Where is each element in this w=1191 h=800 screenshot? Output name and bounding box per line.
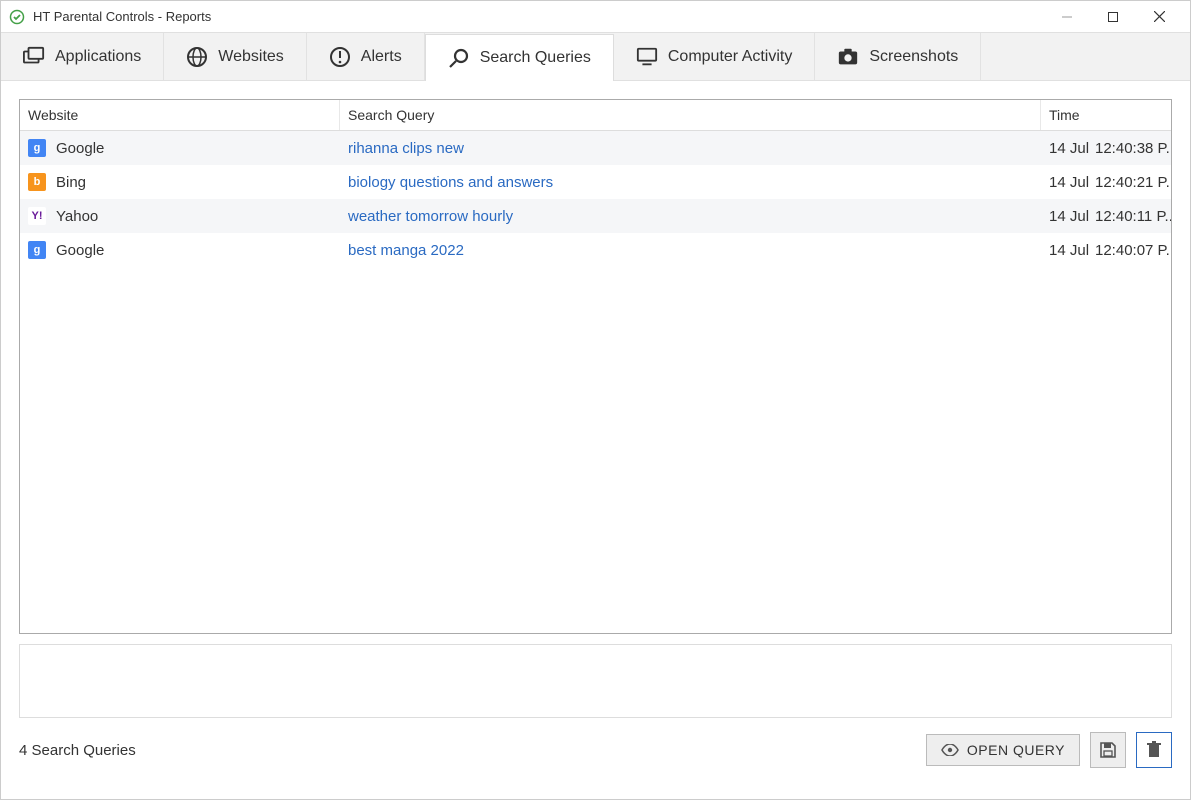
save-icon	[1099, 741, 1117, 759]
table-row[interactable]: g Google rihanna clips new 14 Jul 12:40:38 P…	[20, 131, 1171, 165]
cell-website: Y! Yahoo	[20, 207, 340, 225]
search-queries-grid: Website Search Query Time g Google rihanna…	[19, 99, 1172, 634]
cell-time-value: 12:40:38 P...	[1095, 140, 1171, 157]
cell-date: 14 Jul	[1049, 242, 1085, 259]
tab-label: Search Queries	[480, 49, 591, 67]
tab-search-queries[interactable]: Search Queries	[425, 34, 614, 81]
open-query-label: OPEN QUERY	[967, 742, 1065, 758]
grid-header: Website Search Query Time	[20, 100, 1171, 131]
site-name: Yahoo	[56, 208, 98, 225]
cell-date: 14 Jul	[1049, 140, 1085, 157]
cell-date: 14 Jul	[1049, 174, 1085, 191]
camera-icon	[837, 46, 859, 68]
close-button[interactable]	[1136, 2, 1182, 32]
bing-favicon: b	[28, 173, 46, 191]
save-button[interactable]	[1090, 732, 1126, 768]
grid-body: g Google rihanna clips new 14 Jul 12:40:38 P…	[20, 131, 1171, 633]
tab-applications[interactable]: Applications	[1, 33, 164, 80]
tab-screenshots[interactable]: Screenshots	[815, 33, 981, 80]
table-row[interactable]: bBingbiology questions and answers14 Jul…	[20, 165, 1171, 199]
cell-website: g Google	[20, 139, 340, 157]
cell-time-value: 12:40:07 P...	[1095, 242, 1171, 259]
tab-label: Screenshots	[869, 48, 958, 66]
column-header-time[interactable]: Time	[1041, 100, 1171, 130]
cell-time-value: 12:40:21 P...	[1095, 174, 1171, 191]
tab-computer-activity[interactable]: Computer Activity	[614, 33, 815, 80]
app-icon	[9, 9, 25, 25]
cell-website: b Bing	[20, 173, 340, 191]
content-area: Website Search Query Time g Google rihanna…	[1, 81, 1190, 799]
globe-icon	[186, 46, 208, 68]
google-favicon: g	[28, 139, 46, 157]
column-header-website[interactable]: Website	[20, 100, 340, 130]
google-favicon: g	[28, 241, 46, 259]
cell-time: 14 Jul 12:40:38 P...	[1041, 140, 1171, 157]
delete-button[interactable]	[1136, 732, 1172, 768]
alert-icon	[329, 46, 351, 68]
cell-query[interactable]: biology questions and answers	[340, 174, 1041, 191]
tab-websites[interactable]: Websites	[164, 33, 307, 80]
yahoo-favicon: Y!	[28, 207, 46, 225]
minimize-button[interactable]	[1044, 2, 1090, 32]
report-tabs: Applications Websites Alerts Search Quer…	[1, 33, 1190, 81]
details-panel	[19, 644, 1172, 718]
cell-date: 14 Jul	[1049, 208, 1085, 225]
cell-query[interactable]: rihanna clips new	[340, 140, 1041, 157]
table-row[interactable]: g Google best manga 2022 14 Jul 12:40:07 P..…	[20, 233, 1171, 267]
titlebar: HT Parental Controls - Reports	[1, 1, 1190, 33]
cell-website: g Google	[20, 241, 340, 259]
footer-bar: 4 Search Queries OPEN QUERY	[19, 728, 1172, 768]
tab-label: Applications	[55, 48, 141, 66]
trash-icon	[1146, 741, 1162, 759]
app-window: HT Parental Controls - Reports Applicati…	[0, 0, 1191, 800]
cell-time: 14 Jul 12:40:21 P...	[1041, 174, 1171, 191]
site-name: Bing	[56, 174, 86, 191]
window-title: HT Parental Controls - Reports	[33, 9, 211, 24]
monitor-icon	[636, 46, 658, 68]
window-controls	[1044, 2, 1182, 32]
site-name: Google	[56, 242, 104, 259]
column-header-query[interactable]: Search Query	[340, 100, 1041, 130]
cell-time: 14 Jul 12:40:07 P...	[1041, 242, 1171, 259]
search-icon	[448, 47, 470, 69]
tab-label: Websites	[218, 48, 284, 66]
cell-time-value: 12:40:11 P...	[1095, 208, 1171, 225]
tab-alerts[interactable]: Alerts	[307, 33, 425, 80]
eye-icon	[941, 744, 959, 756]
site-name: Google	[56, 140, 104, 157]
tab-label: Computer Activity	[668, 48, 792, 66]
maximize-button[interactable]	[1090, 2, 1136, 32]
status-text: 4 Search Queries	[19, 742, 136, 759]
applications-icon	[23, 46, 45, 68]
table-row[interactable]: Y! Yahoo weather tomorrow hourly 14 Jul 12:4…	[20, 199, 1171, 233]
cell-query[interactable]: weather tomorrow hourly	[340, 208, 1041, 225]
footer-buttons: OPEN QUERY	[926, 732, 1172, 768]
cell-query[interactable]: best manga 2022	[340, 242, 1041, 259]
cell-time: 14 Jul 12:40:11 P...	[1041, 208, 1171, 225]
tab-label: Alerts	[361, 48, 402, 66]
open-query-button[interactable]: OPEN QUERY	[926, 734, 1080, 766]
